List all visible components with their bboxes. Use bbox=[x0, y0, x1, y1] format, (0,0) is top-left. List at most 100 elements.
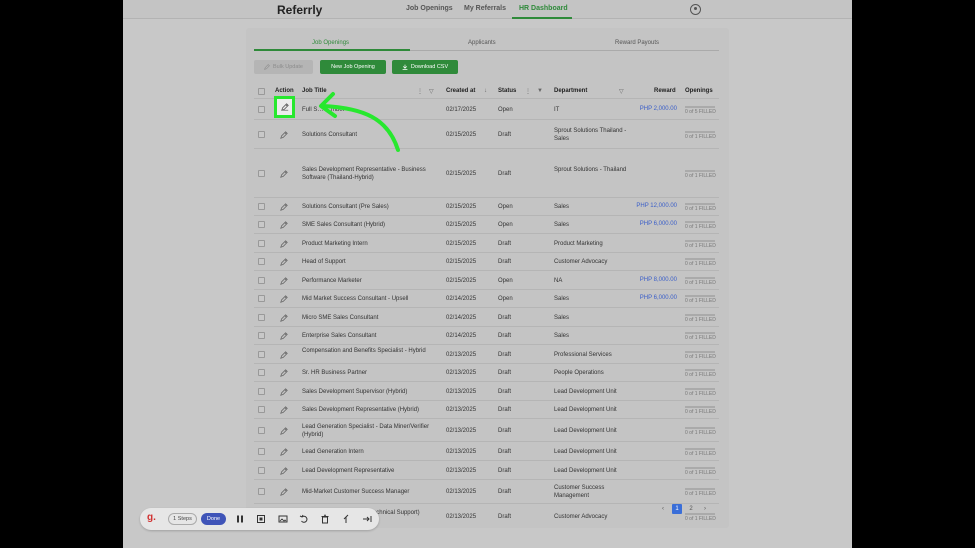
app-logo[interactable]: Referrly bbox=[277, 3, 322, 17]
row-checkbox[interactable] bbox=[258, 488, 265, 495]
table-row[interactable]: Product Marketing Intern 02/15/2025 Draft P… bbox=[254, 233, 719, 252]
edit-icon[interactable] bbox=[280, 240, 288, 248]
sort-desc-icon[interactable]: ↓ bbox=[484, 88, 487, 94]
table-row[interactable]: Lead Development Representative 02/13/202… bbox=[254, 460, 719, 479]
table-row[interactable]: Head of Support 02/15/2025 Draft Customer A… bbox=[254, 252, 719, 270]
header-openings[interactable]: Openings bbox=[685, 88, 713, 94]
edit-icon[interactable] bbox=[280, 406, 288, 414]
table-row[interactable]: Mid Market Success Consultant - Upsell 02… bbox=[254, 289, 719, 307]
filter-icon[interactable]: ▽ bbox=[429, 88, 434, 95]
branch-icon[interactable] bbox=[342, 514, 352, 524]
row-checkbox[interactable] bbox=[258, 131, 265, 138]
table-row[interactable]: Sales Development Supervisor (Hybrid) 02/… bbox=[254, 381, 719, 400]
table-row[interactable]: Solutions Consultant (Pre Sales) 02/15/20… bbox=[254, 197, 719, 215]
nav-my-referrals[interactable]: My Referrals bbox=[464, 5, 506, 12]
row-checkbox[interactable] bbox=[258, 221, 265, 228]
table-row[interactable]: Enterprise Sales Consultant 02/14/2025 Dra… bbox=[254, 326, 719, 344]
edit-icon[interactable] bbox=[280, 295, 288, 303]
user-avatar-icon[interactable] bbox=[690, 4, 701, 15]
nav-hr-dashboard[interactable]: HR Dashboard bbox=[519, 5, 568, 12]
page-1-button[interactable]: 1 bbox=[672, 504, 682, 514]
row-checkbox[interactable] bbox=[258, 240, 265, 247]
pause-icon[interactable] bbox=[235, 514, 245, 524]
edit-icon[interactable] bbox=[280, 314, 288, 322]
row-checkbox[interactable] bbox=[258, 314, 265, 321]
edit-icon[interactable] bbox=[280, 131, 288, 139]
row-checkbox[interactable] bbox=[258, 369, 265, 376]
edit-icon[interactable] bbox=[280, 221, 288, 229]
row-checkbox[interactable] bbox=[258, 106, 265, 113]
edit-icon[interactable] bbox=[280, 467, 288, 475]
job-title[interactable]: Mid-Market Customer Success Manager bbox=[302, 488, 437, 496]
edit-icon[interactable] bbox=[280, 488, 288, 496]
header-status[interactable]: Status bbox=[498, 88, 516, 94]
row-checkbox[interactable] bbox=[258, 351, 265, 358]
row-checkbox[interactable] bbox=[258, 258, 265, 265]
skip-to-end-icon[interactable] bbox=[362, 514, 372, 524]
row-checkbox[interactable] bbox=[258, 448, 265, 455]
job-title[interactable]: Lead Development Representative bbox=[302, 467, 437, 475]
edit-icon[interactable] bbox=[280, 369, 288, 377]
tab-reward-payouts[interactable]: Reward Payouts bbox=[615, 40, 659, 46]
header-reward[interactable]: Reward bbox=[654, 88, 676, 94]
job-title[interactable]: Mid Market Success Consultant - Upsell bbox=[302, 295, 437, 303]
job-title[interactable]: Lead Generation Specialist - Data Miner/… bbox=[302, 423, 437, 439]
edit-icon[interactable] bbox=[280, 203, 288, 211]
row-checkbox[interactable] bbox=[258, 332, 265, 339]
bulk-update-button[interactable]: Bulk Update bbox=[254, 60, 313, 74]
done-button[interactable]: Done bbox=[201, 513, 226, 525]
screenshot-icon[interactable] bbox=[256, 514, 266, 524]
table-row[interactable]: Lead Generation Specialist - Data Miner/… bbox=[254, 418, 719, 441]
table-row[interactable]: Compensation and Benefits Specialist - H… bbox=[254, 344, 719, 363]
job-title[interactable]: Compensation and Benefits Specialist - H… bbox=[302, 347, 437, 355]
edit-icon[interactable] bbox=[280, 351, 288, 359]
job-title[interactable]: SME Sales Consultant (Hybrid) bbox=[302, 221, 437, 229]
tab-job-openings[interactable]: Job Openings bbox=[312, 40, 349, 46]
prev-page-button[interactable]: ‹ bbox=[658, 504, 668, 514]
edit-icon[interactable] bbox=[280, 388, 288, 396]
edit-icon[interactable] bbox=[280, 277, 288, 285]
table-row[interactable]: Lead Generation Intern 02/13/2025 Draft Lea… bbox=[254, 441, 719, 460]
header-created-at[interactable]: Created at bbox=[446, 88, 475, 94]
job-title[interactable]: Micro SME Sales Consultant bbox=[302, 314, 437, 322]
edit-icon[interactable] bbox=[280, 258, 288, 266]
edit-icon[interactable] bbox=[280, 332, 288, 340]
table-row[interactable]: SME Sales Consultant (Hybrid) 02/15/2025 O… bbox=[254, 215, 719, 233]
steps-counter[interactable]: 1 Steps bbox=[168, 513, 197, 525]
new-job-opening-button[interactable]: New Job Opening bbox=[320, 60, 386, 74]
job-title[interactable]: Lead Generation Intern bbox=[302, 448, 437, 456]
edit-icon[interactable] bbox=[280, 448, 288, 456]
filter-icon[interactable]: ▽ bbox=[619, 88, 624, 95]
column-menu-icon[interactable]: ⋮ bbox=[525, 88, 531, 95]
row-checkbox[interactable] bbox=[258, 388, 265, 395]
undo-icon[interactable] bbox=[299, 514, 309, 524]
row-checkbox[interactable] bbox=[258, 427, 265, 434]
job-title[interactable]: Sales Development Supervisor (Hybrid) bbox=[302, 388, 437, 396]
row-checkbox[interactable] bbox=[258, 170, 265, 177]
row-checkbox[interactable] bbox=[258, 277, 265, 284]
job-title[interactable]: Enterprise Sales Consultant bbox=[302, 332, 437, 340]
trash-icon[interactable] bbox=[320, 514, 330, 524]
edit-button-highlight[interactable] bbox=[274, 96, 295, 118]
image-icon[interactable] bbox=[278, 514, 288, 524]
filter-active-icon[interactable]: ▼ bbox=[537, 88, 543, 94]
edit-icon[interactable] bbox=[280, 170, 288, 178]
download-csv-button[interactable]: Download CSV bbox=[392, 60, 458, 74]
next-page-button[interactable]: › bbox=[700, 504, 710, 514]
row-checkbox[interactable] bbox=[258, 406, 265, 413]
table-row[interactable]: Micro SME Sales Consultant 02/14/2025 Draf… bbox=[254, 307, 719, 326]
select-all-checkbox[interactable] bbox=[258, 88, 265, 95]
edit-icon[interactable] bbox=[280, 427, 288, 435]
nav-job-openings[interactable]: Job Openings bbox=[406, 5, 453, 12]
page-2-button[interactable]: 2 bbox=[686, 504, 696, 514]
job-title[interactable]: Sr. HR Business Partner bbox=[302, 369, 437, 377]
job-title[interactable]: Sales Development Representative (Hybrid… bbox=[302, 406, 437, 414]
row-checkbox[interactable] bbox=[258, 203, 265, 210]
column-menu-icon[interactable]: ⋮ bbox=[417, 88, 423, 95]
job-title[interactable]: Product Marketing Intern bbox=[302, 240, 437, 248]
table-row[interactable]: Sales Development Representative (Hybrid… bbox=[254, 400, 719, 418]
job-title[interactable]: Sales Development Representative - Busin… bbox=[302, 166, 437, 182]
job-title[interactable]: Head of Support bbox=[302, 258, 437, 266]
tab-applicants[interactable]: Applicants bbox=[468, 40, 496, 46]
job-title[interactable]: Performance Marketer bbox=[302, 277, 437, 285]
